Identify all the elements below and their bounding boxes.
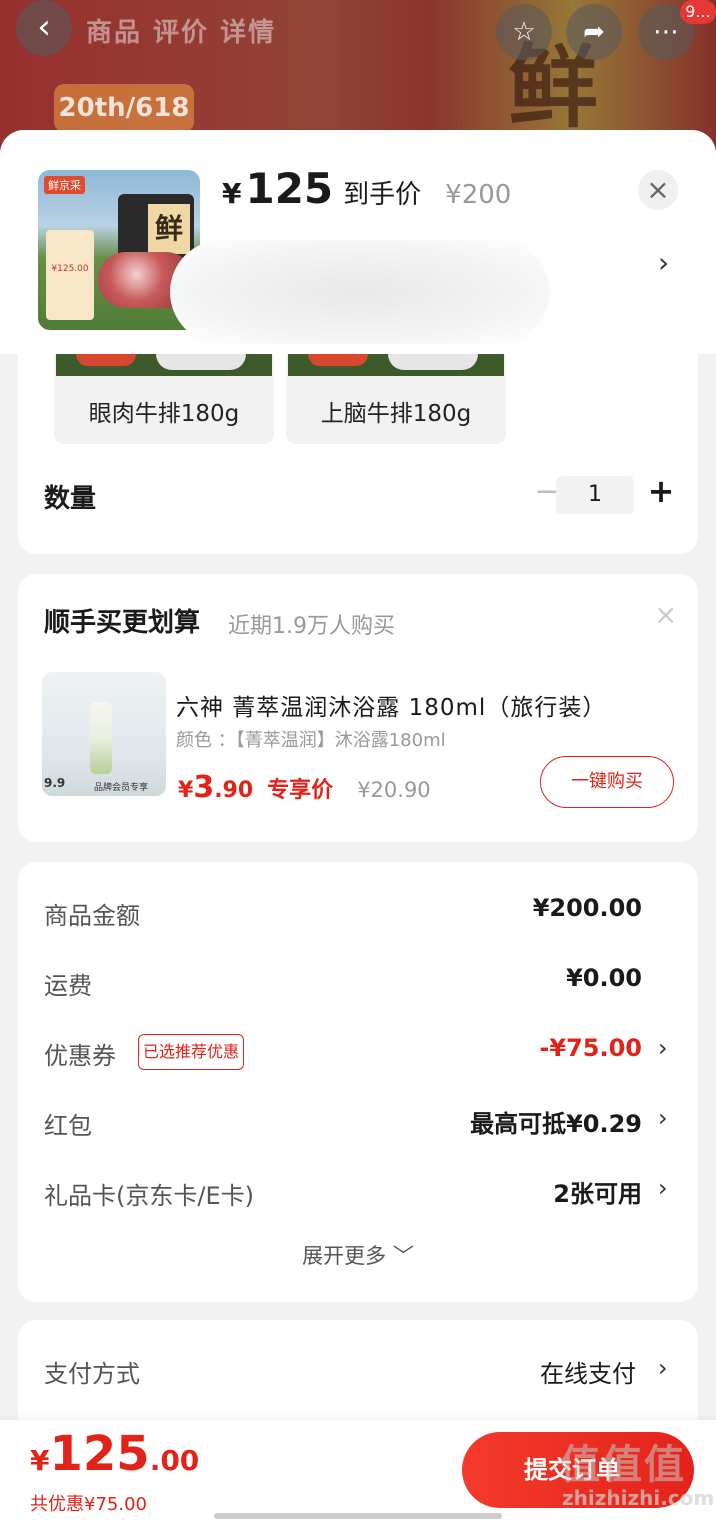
payment-value: 在线支付 bbox=[540, 1360, 636, 1388]
variant-image bbox=[56, 354, 272, 376]
quantity-plus-button[interactable]: + bbox=[646, 470, 676, 512]
background-tabs: 商品 评价 详情 bbox=[86, 18, 277, 48]
upsell-price: ¥ 3 .90 专享价 ¥20.90 bbox=[178, 770, 431, 805]
total-int: 125 bbox=[49, 1426, 150, 1482]
upsell-product-image[interactable]: 9.9 品牌会员专享 bbox=[42, 672, 166, 796]
final-price-value: 125 bbox=[245, 164, 334, 213]
close-icon[interactable]: × bbox=[654, 598, 677, 631]
chevron-right-icon: › bbox=[658, 1174, 668, 1202]
upsell-product-spec: 颜色 ：【菁萃温润】沐浴露180ml bbox=[176, 730, 446, 751]
variant-label: 上脑牛排180g bbox=[320, 401, 472, 427]
upsell-original-price: ¥20.90 bbox=[357, 778, 431, 802]
row-gift-card[interactable]: 礼品卡(京东卡/E卡) 2张可用 › bbox=[18, 1162, 698, 1222]
row-label: 优惠券 bbox=[44, 1042, 116, 1070]
upsell-product-name[interactable]: 六神 菁萃温润沐浴露 180ml（旅行装） bbox=[176, 688, 606, 722]
coupon-tag: 已选推荐优惠 bbox=[138, 1034, 245, 1070]
row-label: 红包 bbox=[44, 1112, 92, 1140]
bottle-image bbox=[90, 702, 112, 774]
row-red-packet[interactable]: 红包 最高可抵¥0.29 › bbox=[18, 1092, 698, 1152]
home-indicator[interactable] bbox=[214, 1513, 502, 1519]
chevron-right-icon: › bbox=[658, 1104, 668, 1132]
row-value: 2张可用 bbox=[553, 1180, 642, 1208]
variant-option[interactable]: 上脑牛排180g bbox=[286, 354, 506, 444]
quantity-label: 数量 bbox=[44, 484, 97, 514]
checkout-sheet: 鲜京采 ¥125.00 鲜 ¥ 125 到手价 ¥200 × › 眼肉牛排180… bbox=[0, 130, 716, 1520]
favorite-icon[interactable]: ☆ bbox=[496, 4, 552, 60]
chevron-right-icon: › bbox=[658, 1354, 668, 1382]
upsell-price-dec: .90 bbox=[214, 778, 254, 803]
upsell-title: 顺手买更划算 bbox=[44, 608, 201, 638]
final-price-label: 到手价 bbox=[343, 180, 422, 210]
price-detail-card: 商品金额 ¥200.00 运费 ¥0.00 优惠券 已选推荐优惠 -¥75.00… bbox=[18, 862, 698, 1302]
row-value: ¥200.00 bbox=[532, 894, 642, 922]
final-price: ¥ 125 到手价 ¥200 bbox=[222, 164, 511, 220]
upsell-price-int: 3 bbox=[193, 770, 215, 805]
chevron-right-icon[interactable]: › bbox=[658, 246, 669, 279]
one-click-buy-button[interactable]: 一键购买 bbox=[540, 756, 674, 808]
row-goods-amount: 商品金额 ¥200.00 bbox=[18, 882, 698, 942]
variant-option[interactable]: 眼肉牛排180g bbox=[54, 354, 274, 444]
variant-image bbox=[288, 354, 504, 376]
watermark-url: zhizhizhi.com bbox=[562, 1486, 715, 1510]
currency-symbol: ¥ bbox=[222, 177, 242, 210]
chevron-right-icon: › bbox=[658, 1034, 668, 1062]
watermark-logo: 值值值 bbox=[560, 1442, 686, 1488]
share-icon[interactable]: ➦ bbox=[566, 4, 622, 60]
row-value: ¥0.00 bbox=[566, 964, 642, 992]
back-icon[interactable]: ‹ bbox=[16, 0, 72, 56]
upsell-subtitle: 近期1.9万人购买 bbox=[228, 614, 395, 639]
message-badge: 9... bbox=[680, 0, 716, 24]
image-price-tag: 9.9 bbox=[44, 776, 66, 790]
close-icon[interactable]: × bbox=[638, 170, 678, 210]
image-vip-tag: 品牌会员专享 bbox=[94, 783, 149, 793]
promo-badge: 20th/618 bbox=[54, 84, 194, 132]
variant-card: 眼肉牛排180g 上脑牛排180g 数量 − 1 + bbox=[18, 354, 698, 554]
expand-more-button[interactable]: 展开更多 ﹀ bbox=[18, 1240, 698, 1270]
row-label: 商品金额 bbox=[44, 902, 140, 930]
thumbnail-price-card: ¥125.00 bbox=[46, 230, 94, 320]
row-label: 运费 bbox=[44, 972, 92, 1000]
row-value: 最高可抵¥0.29 bbox=[470, 1110, 642, 1138]
selected-spec-blurred bbox=[170, 240, 550, 344]
row-coupon[interactable]: 优惠券 已选推荐优惠 -¥75.00 › bbox=[18, 1022, 698, 1082]
upsell-price-tag: 专享价 bbox=[267, 778, 334, 803]
thumbnail-glyph: 鲜 bbox=[148, 204, 190, 254]
upsell-card: 顺手买更划算 近期1.9万人购买 × 9.9 品牌会员专享 六神 菁萃温润沐浴露… bbox=[18, 574, 698, 842]
thumbnail-brand: 鲜京采 bbox=[44, 176, 85, 194]
row-value: -¥75.00 bbox=[539, 1034, 642, 1062]
row-shipping: 运费 ¥0.00 bbox=[18, 952, 698, 1012]
quantity-input[interactable]: 1 bbox=[556, 476, 634, 514]
payment-label: 支付方式 bbox=[44, 1360, 140, 1388]
total-currency: ¥ bbox=[30, 1444, 50, 1477]
original-price: ¥200 bbox=[445, 180, 512, 210]
total-saving: 共优惠¥75.00 bbox=[30, 1494, 147, 1515]
sheet-header: 鲜京采 ¥125.00 鲜 ¥ 125 到手价 ¥200 × › bbox=[0, 130, 716, 354]
upsell-currency: ¥ bbox=[178, 778, 194, 803]
variant-label: 眼肉牛排180g bbox=[88, 401, 240, 427]
total-price: ¥ 125 .00 bbox=[30, 1426, 199, 1482]
row-label: 礼品卡(京东卡/E卡) bbox=[44, 1182, 254, 1210]
total-dec: .00 bbox=[149, 1444, 200, 1477]
